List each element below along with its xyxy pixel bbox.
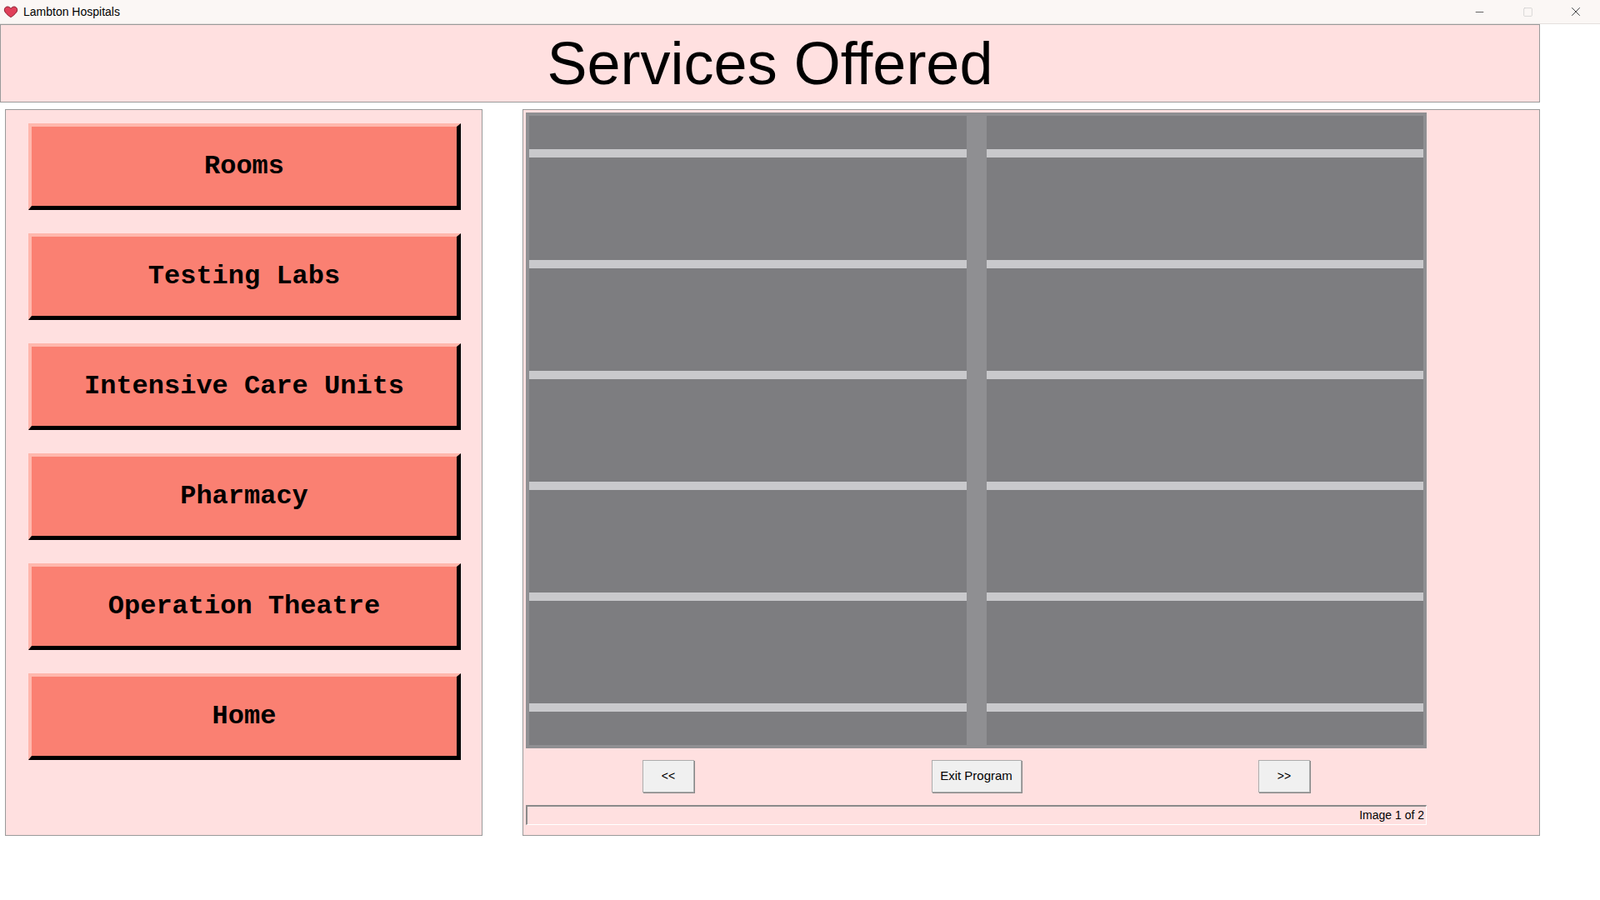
- next-button[interactable]: >>: [1258, 760, 1310, 793]
- page-header: Services Offered: [0, 24, 1540, 103]
- maximize-button: [1503, 0, 1552, 24]
- close-button[interactable]: [1551, 0, 1600, 24]
- menu-button[interactable]: Intensive Care Units: [28, 343, 461, 430]
- minimize-button[interactable]: [1455, 0, 1504, 24]
- service-image: [525, 112, 1427, 749]
- viewer-panel: << Exit Program >> Image 1 of 2: [522, 109, 1540, 836]
- app-window: Lambton Hospitals Services Offered Rooms Te…: [0, 0, 1600, 900]
- page-title: Services Offered: [547, 33, 994, 94]
- close-icon: [1568, 4, 1584, 20]
- menu-panel: Rooms Testing Labs Intensive Care Units Pha…: [5, 109, 483, 836]
- menu-button[interactable]: Home: [28, 673, 461, 760]
- menu-button[interactable]: Testing Labs: [28, 233, 461, 320]
- exit-button[interactable]: Exit Program: [931, 760, 1022, 793]
- status-bar: Image 1 of 2: [525, 805, 1427, 825]
- menu-button[interactable]: Operation Theatre: [28, 563, 461, 650]
- menu-button[interactable]: Rooms: [28, 123, 461, 210]
- minimize-icon: [1473, 5, 1486, 19]
- menu-button[interactable]: Pharmacy: [28, 453, 461, 540]
- maximize-icon: [1522, 6, 1534, 18]
- window-title: Lambton Hospitals: [23, 3, 120, 21]
- heart-icon: [3, 4, 19, 20]
- title-bar: Lambton Hospitals: [0, 0, 1600, 25]
- previous-button[interactable]: <<: [642, 760, 695, 793]
